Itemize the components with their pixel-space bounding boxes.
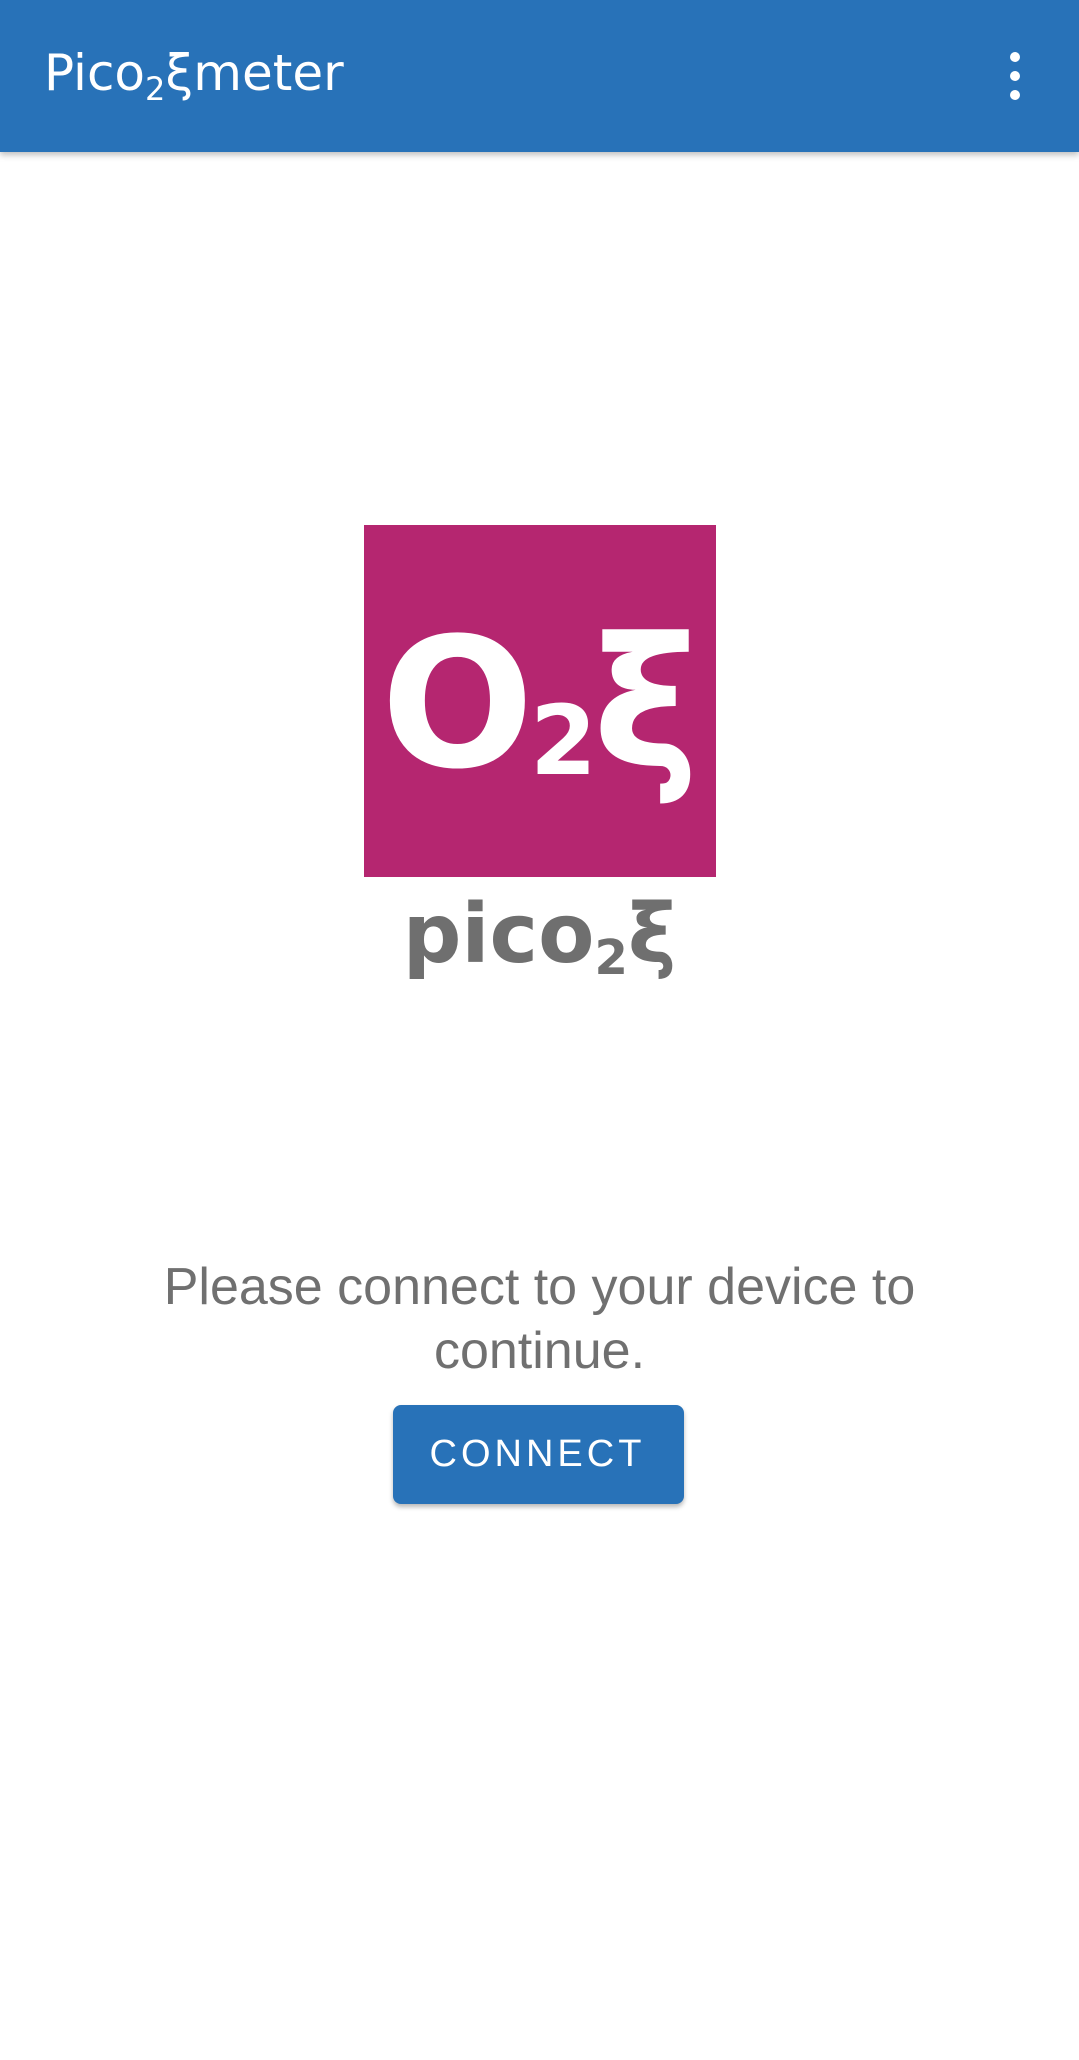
app-logo: O2ξ [364,525,716,877]
logo-mark: O2ξ [381,615,699,795]
brand-name: pico2ξ [0,887,1079,986]
logo-rest: ξ [592,600,700,809]
brand-subscript: 2 [594,930,628,986]
app-title-main: Pico [44,44,146,102]
brand-rest: ξ [627,887,677,982]
app-title: Pico2ξmeter [44,44,991,108]
app-title-subscript: 2 [145,70,166,108]
app-bar: Pico2ξmeter [0,0,1079,152]
overflow-dot [1010,52,1020,62]
connect-message: Please connect to your device to continu… [163,1258,916,1380]
overflow-dot [1010,71,1020,81]
app-title-rest: ξmeter [165,44,344,102]
logo-main: O [380,600,534,809]
overflow-dot [1010,90,1020,100]
brand-main: pico [402,887,595,982]
logo-subscript: 2 [529,685,597,797]
connect-button[interactable]: CONNECT [393,1405,684,1504]
more-vert-icon[interactable] [991,36,1039,116]
